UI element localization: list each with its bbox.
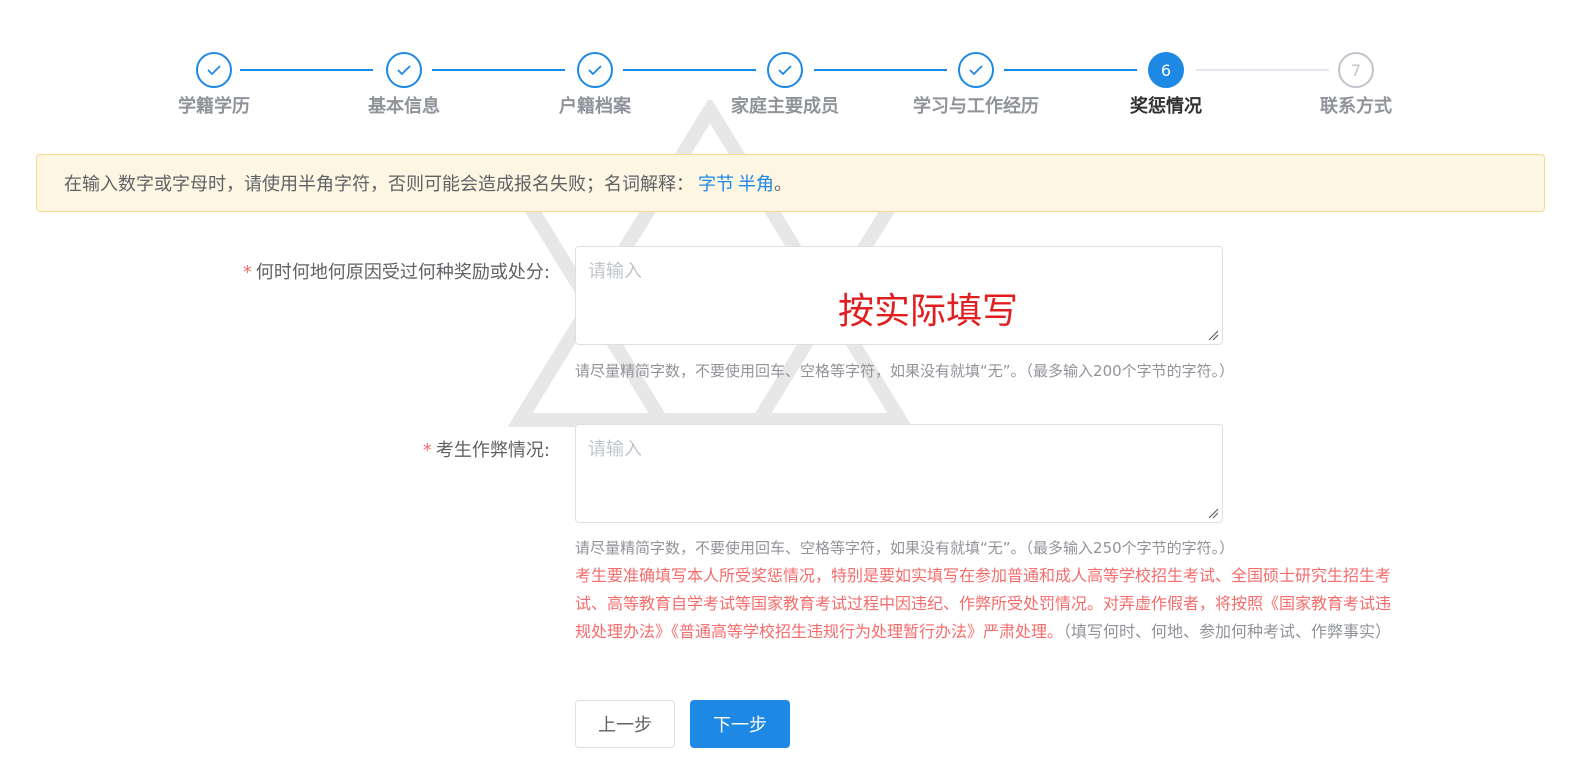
field2-label-text: 考生作弊情况: [435, 440, 550, 461]
link-byte[interactable]: 字节 [698, 170, 734, 196]
step-5-check-icon [958, 52, 994, 88]
prev-step-button[interactable]: 上一步 [575, 700, 675, 748]
step-connector [1196, 69, 1329, 71]
field1-label: * 何时何地何原因受过何种奖励或处分: [200, 258, 550, 284]
step-2-check-icon [386, 52, 422, 88]
step-connector [1004, 69, 1137, 71]
resize-handle-icon[interactable] [1207, 507, 1219, 519]
field1-placeholder: 请输入 [588, 261, 642, 282]
field1-label-text: 何时何地何原因受过何种奖励或处分: [255, 262, 550, 283]
field1-hint: 请尽量精简字数，不要使用回车、空格等字符，如果没有就填“无”。（最多输入200个… [575, 362, 1235, 380]
alert-text: 在输入数字或字母时，请使用半角字符，否则可能会造成报名失败；名词解释： [64, 174, 694, 195]
link-halfwidth[interactable]: 半角 [738, 170, 774, 196]
step-7-number: 7 [1338, 52, 1374, 88]
step-7-label: 联系方式 [1320, 96, 1392, 117]
cheating-textarea[interactable]: 请输入 [575, 424, 1223, 523]
step-connector [240, 69, 373, 71]
required-mark: * [242, 262, 252, 283]
warning-tail: （填写何时、何地、参加何种考试、作弊事实） [1063, 622, 1392, 641]
step-connector [814, 69, 947, 71]
field2-label: * 考生作弊情况: [300, 436, 550, 462]
resize-handle-icon[interactable] [1207, 329, 1219, 341]
step-1-check-icon [196, 52, 232, 88]
step-3-label: 户籍档案 [559, 96, 631, 117]
step-2-label: 基本信息 [368, 96, 440, 117]
step-4-label: 家庭主要成员 [731, 96, 839, 117]
step-1-label: 学籍学历 [178, 96, 250, 117]
step-6-number: 6 [1148, 52, 1184, 88]
field2-placeholder: 请输入 [588, 439, 642, 460]
cheating-warning: 考生要准确填写本人所受奖惩情况，特别是要如实填写在参加普通和成人高等学校招生考试… [575, 562, 1405, 646]
alert-tail: 。 [774, 174, 792, 195]
step-3-check-icon [577, 52, 613, 88]
step-connector [432, 69, 565, 71]
required-mark: * [422, 440, 432, 461]
step-6-label: 奖惩情况 [1130, 96, 1202, 117]
annotation-overlay: 按实际填写 [838, 291, 1019, 332]
next-step-button[interactable]: 下一步 [690, 700, 790, 748]
notice-alert: 在输入数字或字母时，请使用半角字符，否则可能会造成报名失败；名词解释： 字节 半… [36, 154, 1545, 212]
progress-steps: 6 7 学籍学历 基本信息 户籍档案 家庭主要成员 学习与工作经历 奖惩情况 联… [0, 0, 1596, 130]
field2-hint: 请尽量精简字数，不要使用回车、空格等字符，如果没有就填“无”。（最多输入250个… [575, 539, 1235, 557]
step-5-label: 学习与工作经历 [913, 96, 1039, 117]
step-4-check-icon [767, 52, 803, 88]
step-connector [623, 69, 756, 71]
